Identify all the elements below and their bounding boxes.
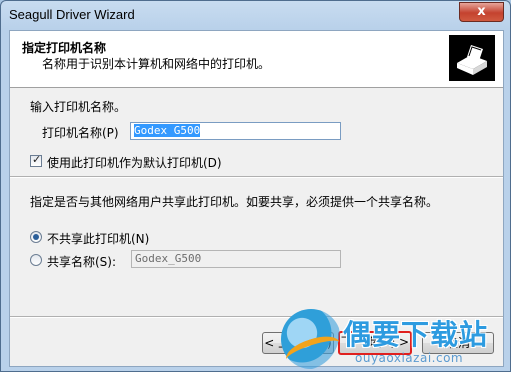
printer-icon [449,35,495,81]
printer-name-prompt: 输入打印机名称。 [30,100,127,114]
no-share-label: 不共享此打印机(N) [47,232,150,246]
share-name-input[interactable]: Godex_G500 [131,250,341,268]
no-share-radio[interactable] [30,231,42,243]
close-icon: x [477,4,486,19]
checkmark-icon: ✓ [32,153,42,166]
share-name-value: Godex_G500 [135,252,202,265]
watermark-url: ouyaoxiazai.com [355,351,464,365]
sharing-prompt: 指定是否与其他网络用户共享此打印机。如要共享，必须提供一个共享名称。 [30,195,439,209]
close-button[interactable]: x [459,2,504,22]
printer-name-label: 打印机名称(P) [42,126,119,140]
share-radio[interactable] [30,254,42,266]
watermark: 偶要下载站 ouyaoxiazai.com [271,301,510,371]
share-name-label: 共享名称(S): [47,255,117,269]
page-title: 指定打印机名称 [22,41,107,55]
watermark-logo-icon [281,309,344,371]
separator [10,176,503,178]
default-printer-checkbox[interactable]: ✓ [30,153,42,167]
default-printer-label: 使用此打印机作为默认打印机(D) [47,156,222,170]
printer-name-input[interactable]: Godex G500 [130,122,341,140]
wizard-window: Seagull Driver Wizard x 指定打印机名称 名称用于识别本计… [0,0,511,372]
window-title: Seagull Driver Wizard [9,7,135,22]
printer-name-value: Godex G500 [134,124,201,137]
wizard-header: 指定打印机名称 名称用于识别本计算机和网络中的打印机。 [10,31,503,88]
radio-selected-icon [33,234,39,240]
page-subtitle: 名称用于识别本计算机和网络中的打印机。 [42,57,271,71]
watermark-title: 偶要下载站 [343,318,489,351]
title-bar[interactable]: Seagull Driver Wizard x [1,1,510,29]
